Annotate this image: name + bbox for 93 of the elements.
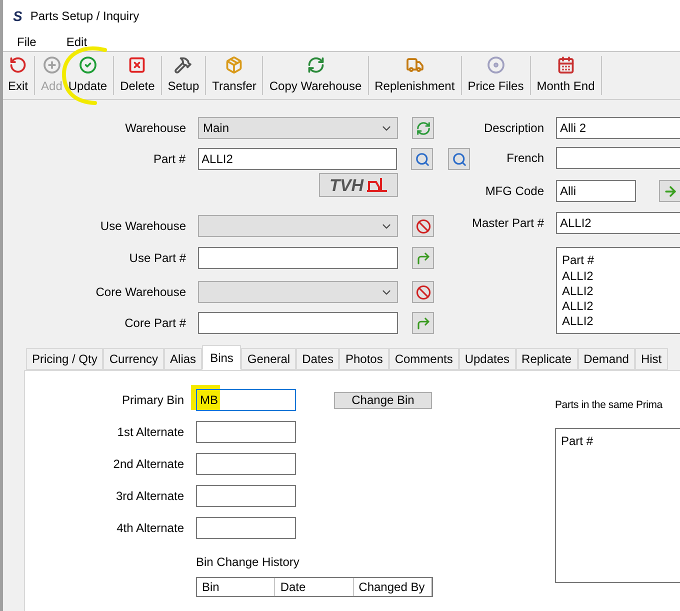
tab[interactable]: Hist <box>634 348 668 370</box>
text-field[interactable] <box>196 517 296 539</box>
text-field[interactable] <box>198 247 398 269</box>
text-field[interactable]: ALLI2 <box>198 148 397 170</box>
tab[interactable]: Dates <box>296 348 340 370</box>
list-item[interactable]: ALLI2 <box>562 299 680 314</box>
text-field[interactable]: ALLI2 <box>556 212 680 234</box>
menu-item[interactable]: File <box>15 32 38 50</box>
icon-button[interactable] <box>412 281 434 303</box>
icon-button[interactable] <box>412 247 434 269</box>
tab[interactable]: Comments <box>388 348 459 370</box>
field-label: Use Part # <box>128 250 186 267</box>
tab[interactable]: Pricing / Qty <box>26 348 104 370</box>
calendar-icon <box>556 56 575 74</box>
icon-button[interactable] <box>411 148 433 170</box>
dropdown-value: Main <box>203 120 230 137</box>
toolbar-button[interactable]: Delete <box>117 52 158 99</box>
toolbar-button[interactable]: Copy Warehouse <box>266 52 365 99</box>
field-label: 4th Alternate <box>116 520 184 537</box>
text-field[interactable] <box>196 453 296 475</box>
dropdown[interactable]: Main <box>198 117 398 139</box>
menu-item[interactable]: Edit <box>64 32 90 50</box>
toolbar-button[interactable]: Transfer <box>209 52 260 99</box>
block-icon <box>416 218 430 234</box>
icon-button[interactable] <box>412 215 434 237</box>
arrow-icon <box>662 184 678 198</box>
field-label: Use Warehouse <box>99 218 186 235</box>
icon-button[interactable] <box>412 117 434 139</box>
column-header[interactable]: Date <box>275 578 354 596</box>
check-icon <box>78 56 97 74</box>
exit-icon <box>9 56 27 74</box>
tab[interactable]: Photos <box>339 348 389 370</box>
tab[interactable]: Currency <box>103 348 164 370</box>
toolbar-button[interactable]: Update <box>65 52 110 99</box>
field-label: 2nd Alternate <box>112 456 184 473</box>
list-header: Part # <box>562 252 596 269</box>
tab[interactable]: Bins <box>202 345 242 370</box>
search-icon <box>414 152 430 166</box>
app-logo: S <box>13 9 22 23</box>
column-header[interactable]: Changed By <box>354 578 432 596</box>
refresh-icon <box>306 56 324 74</box>
arrow-icon <box>416 316 430 330</box>
toolbar-button[interactable]: Price Files <box>464 52 527 99</box>
tools-icon <box>174 56 192 74</box>
list-header: Part # <box>561 432 594 450</box>
text-field[interactable] <box>196 485 296 507</box>
field-label: MFG Code <box>484 183 544 200</box>
logo-text: TVH <box>330 176 364 194</box>
text-field[interactable] <box>198 312 398 334</box>
tab[interactable]: Demand <box>578 348 635 370</box>
refresh-icon <box>416 120 430 136</box>
field-label: French <box>506 150 544 167</box>
list-item[interactable]: ALLI2 <box>562 269 680 284</box>
field-label: Description <box>482 120 544 137</box>
list-item[interactable]: ALLI2 <box>562 284 680 299</box>
icon-button[interactable] <box>412 312 434 334</box>
change-bin-button[interactable]: Change Bin <box>334 392 432 408</box>
field-label: 1st Alternate <box>116 424 184 441</box>
tab[interactable]: General <box>241 348 296 370</box>
window-title: Parts Setup / Inquiry <box>30 8 140 25</box>
tab[interactable]: Updates <box>458 348 516 370</box>
field-label: Core Part # <box>124 315 186 332</box>
list-item[interactable]: ALLI2 <box>562 314 680 329</box>
tab[interactable]: Replicate <box>516 348 578 370</box>
icon-button[interactable] <box>659 180 680 202</box>
toolbar-button[interactable]: Exit <box>5 52 32 99</box>
field-label: Primary Bin <box>120 392 184 409</box>
close-icon <box>128 56 146 74</box>
icon-button[interactable] <box>448 148 470 170</box>
disc-icon <box>486 56 505 74</box>
toolbar-button[interactable]: Replenishment <box>372 52 458 99</box>
field-label: Warehouse <box>124 120 186 137</box>
tab[interactable]: Alias <box>164 348 202 370</box>
column-header[interactable]: Bin <box>197 578 276 596</box>
block-icon <box>416 284 430 300</box>
box-icon <box>225 56 244 74</box>
toolbar-button[interactable]: Month End <box>534 52 598 99</box>
text-field[interactable]: Alli 2 <box>556 117 680 139</box>
field-label: 3rd Alternate <box>114 488 184 505</box>
text-field[interactable]: Alli <box>556 180 636 202</box>
text-field[interactable]: MB <box>196 389 296 411</box>
field-label: Core Warehouse <box>94 284 186 301</box>
toolbar-button[interactable]: Setup <box>164 52 202 99</box>
arrow-icon <box>416 250 430 266</box>
section-title: Parts in the same Prima <box>555 398 662 413</box>
field-label: Part # <box>152 151 186 168</box>
text-field[interactable] <box>556 147 680 169</box>
section-title: Bin Change History <box>196 554 300 571</box>
text-field[interactable] <box>196 421 296 443</box>
search-icon <box>452 152 466 166</box>
plus-icon <box>42 56 61 74</box>
field-label: Master Part # <box>470 215 544 232</box>
truck-icon <box>406 56 424 74</box>
